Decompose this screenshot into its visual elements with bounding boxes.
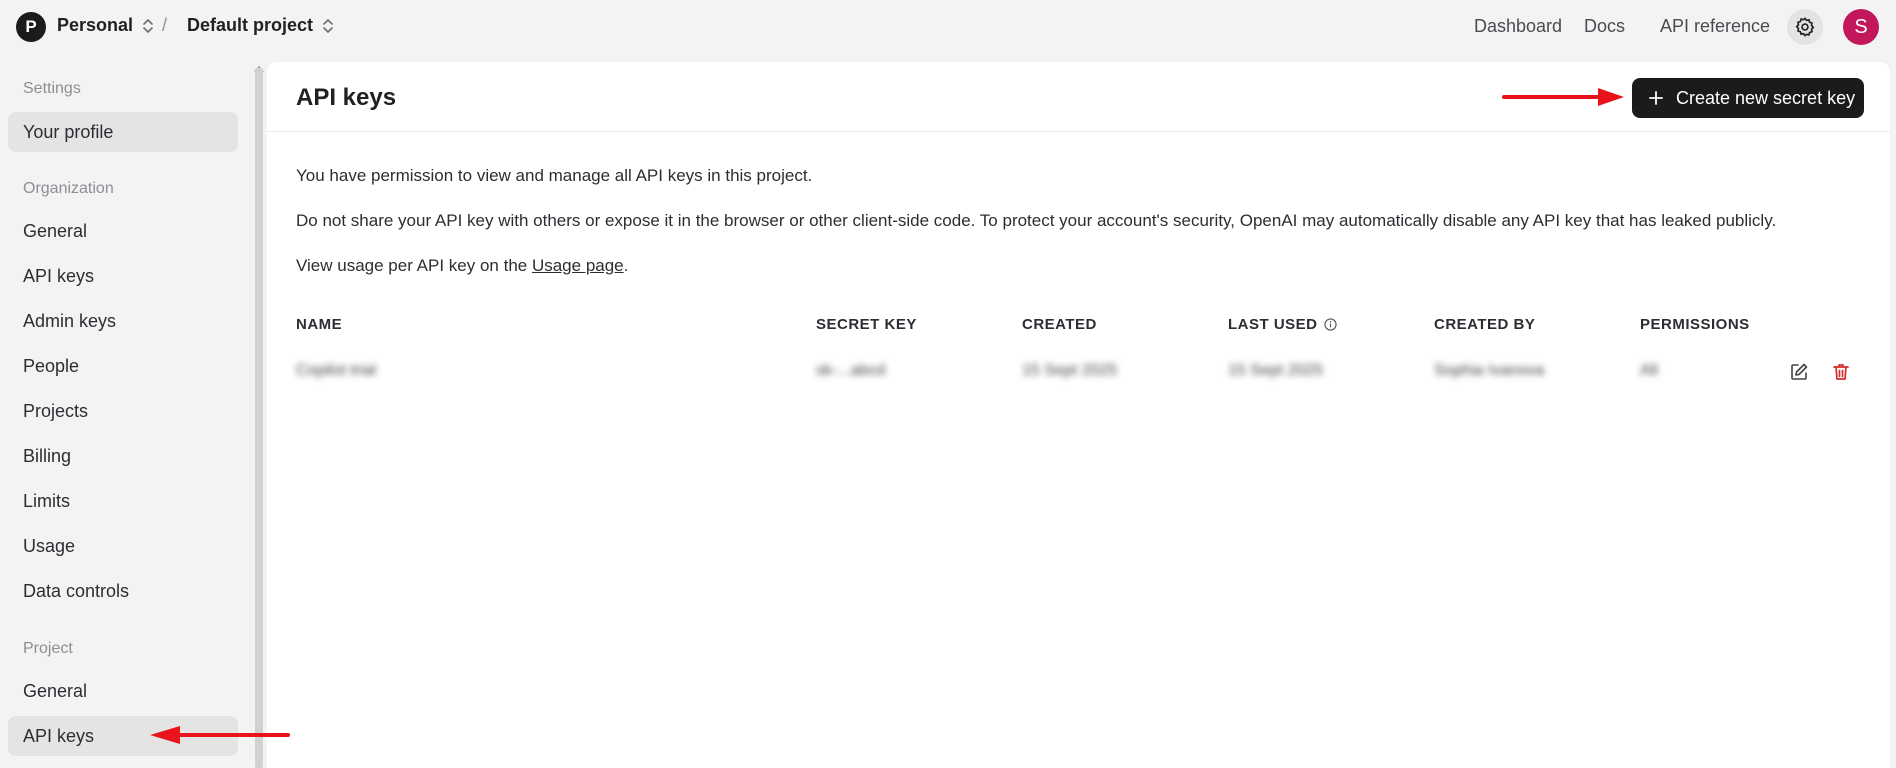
sidebar-item-projects[interactable]: Projects	[8, 391, 238, 431]
column-header-secret-key: SECRET KEY	[816, 316, 917, 333]
page-header: API keys Create new secret key	[267, 62, 1890, 132]
sidebar-item-people[interactable]: People	[8, 346, 238, 386]
chevron-updown-icon	[143, 18, 153, 33]
nav-dashboard[interactable]: Dashboard	[1474, 16, 1562, 37]
annotation-arrow-create-key	[1502, 88, 1624, 106]
edit-key-button[interactable]	[1786, 359, 1812, 385]
nav-docs[interactable]: Docs	[1584, 16, 1625, 37]
usage-text-suffix: .	[623, 256, 629, 275]
sidebar-item-data-controls[interactable]: Data controls	[8, 571, 238, 611]
breadcrumb-separator: /	[162, 15, 168, 35]
top-bar: P Personal / Default project Dashboard D…	[0, 0, 1896, 54]
page-title: API keys	[296, 84, 397, 111]
create-secret-key-label: Create new secret key	[1676, 87, 1856, 108]
column-header-created-by: CREATED BY	[1434, 316, 1536, 333]
trash-icon	[1833, 364, 1849, 380]
sidebar-item-org-general[interactable]: General	[8, 211, 238, 251]
usage-text: View usage per API key on the Usage page…	[296, 256, 628, 276]
sidebar-item-limits[interactable]: Limits	[8, 481, 238, 521]
last-used-cell: 15 Sept 2025	[1228, 362, 1324, 379]
column-header-created: CREATED	[1022, 316, 1097, 333]
sidebar-item-admin-keys[interactable]: Admin keys	[8, 301, 238, 341]
info-icon[interactable]	[1323, 318, 1337, 331]
sidebar-item-usage[interactable]: Usage	[8, 526, 238, 566]
sidebar-scrollbar[interactable]	[255, 68, 263, 768]
project-switcher[interactable]: Default project	[187, 15, 335, 36]
column-header-last-used-label: LAST USED	[1228, 316, 1318, 333]
created-by-cell: Sophia Ivanova	[1434, 362, 1545, 379]
user-avatar[interactable]: S	[1843, 9, 1879, 45]
org-name: Personal	[57, 15, 134, 35]
column-header-permissions: PERMISSIONS	[1640, 316, 1750, 333]
sidebar-heading-project: Project	[23, 640, 73, 657]
create-secret-key-button[interactable]: Create new secret key	[1632, 78, 1864, 118]
permissions-cell: All	[1640, 362, 1658, 379]
usage-text-prefix: View usage per API key on the	[296, 256, 532, 275]
column-header-name: NAME	[296, 316, 343, 333]
plus-icon	[1649, 91, 1663, 105]
main-panel: API keys Create new secret key You have …	[267, 62, 1890, 768]
edit-icon	[1791, 363, 1808, 380]
settings-button[interactable]	[1787, 9, 1823, 45]
created-cell: 15 Sept 2025	[1022, 362, 1118, 379]
sidebar-heading-settings: Settings	[23, 80, 81, 97]
nav-api-reference[interactable]: API reference	[1660, 16, 1770, 37]
security-warning-text: Do not share your API key with others or…	[296, 211, 1777, 230]
secret-key-cell: sk-...abcd	[816, 362, 886, 379]
gear-icon	[1795, 17, 1815, 37]
usage-page-link[interactable]: Usage page	[532, 256, 624, 275]
column-header-last-used: LAST USED	[1228, 316, 1337, 333]
org-switcher[interactable]: Personal	[57, 15, 155, 36]
project-name: Default project	[187, 15, 314, 35]
sidebar-item-org-api-keys[interactable]: API keys	[8, 256, 238, 296]
annotation-arrow-api-keys	[150, 726, 290, 744]
sidebar: Settings Your profile Organization Gener…	[0, 54, 254, 768]
permission-text: You have permission to view and manage a…	[296, 166, 813, 185]
org-avatar[interactable]: P	[16, 12, 46, 42]
delete-key-button[interactable]	[1828, 359, 1854, 385]
sidebar-item-your-profile[interactable]: Your profile	[8, 112, 238, 152]
sidebar-item-project-general[interactable]: General	[8, 671, 238, 711]
sidebar-heading-organization: Organization	[23, 180, 114, 197]
chevron-updown-icon	[323, 18, 333, 33]
key-name-cell: Copilot trial	[296, 362, 377, 379]
sidebar-item-billing[interactable]: Billing	[8, 436, 238, 476]
